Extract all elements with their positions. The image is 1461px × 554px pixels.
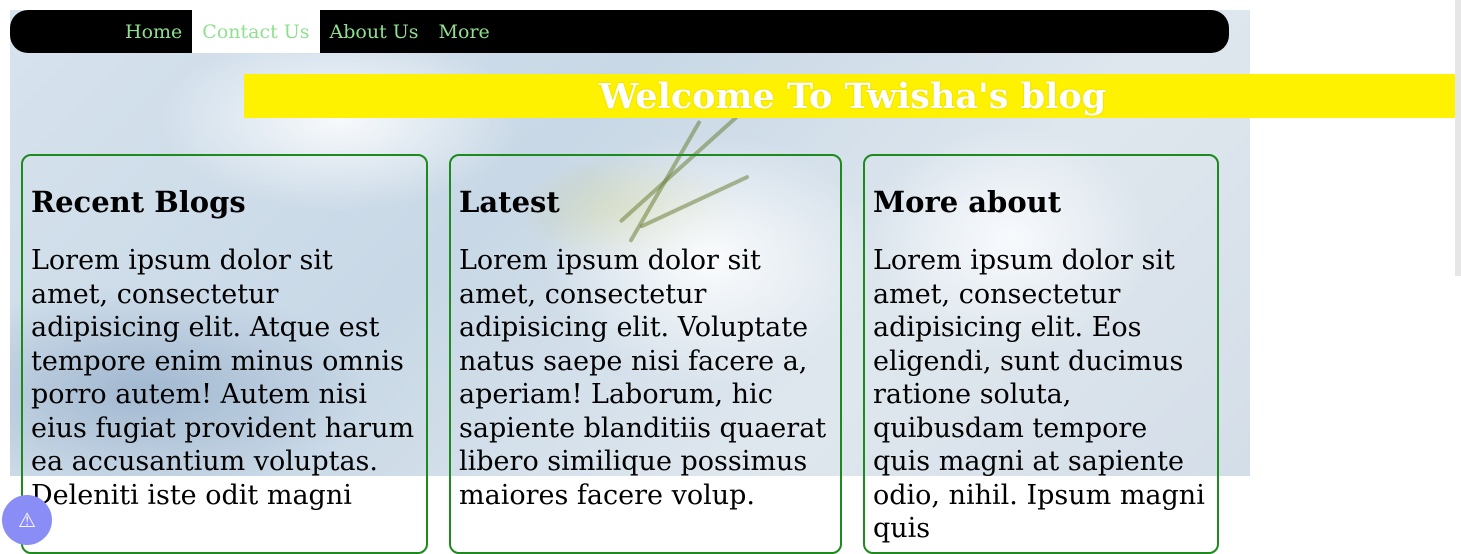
welcome-banner: Welcome To Twisha's blog xyxy=(244,74,1461,118)
card-text: Lorem ipsum dolor sit amet, consectetur … xyxy=(873,245,1205,544)
warning-icon[interactable]: ⚠ xyxy=(2,495,52,545)
card-text: Lorem ipsum dolor sit amet, consectetur … xyxy=(459,245,827,511)
card-latest: Latest Lorem ipsum dolor sit amet, conse… xyxy=(449,154,842,554)
page-scrollbar[interactable] xyxy=(1455,0,1461,276)
card-more-about: More about Lorem ipsum dolor sit amet, c… xyxy=(863,154,1219,554)
card-heading: Recent Blogs xyxy=(31,185,246,219)
banner-title: Welcome To Twisha's blog xyxy=(598,75,1107,117)
card-text: Lorem ipsum dolor sit amet, consectetur … xyxy=(31,245,415,511)
card-recent-blogs: Recent Blogs Lorem ipsum dolor sit amet,… xyxy=(21,154,428,554)
nav-link-more[interactable]: More xyxy=(429,10,500,53)
card-heading: Latest xyxy=(459,185,560,219)
nav-link-contact-us[interactable]: Contact Us xyxy=(192,10,320,53)
card-heading: More about xyxy=(873,185,1062,219)
nav-link-home[interactable]: Home xyxy=(115,10,192,53)
nav-link-about-us[interactable]: About Us xyxy=(320,10,429,53)
top-navigation-bar: Home Contact Us About Us More xyxy=(10,10,1229,53)
